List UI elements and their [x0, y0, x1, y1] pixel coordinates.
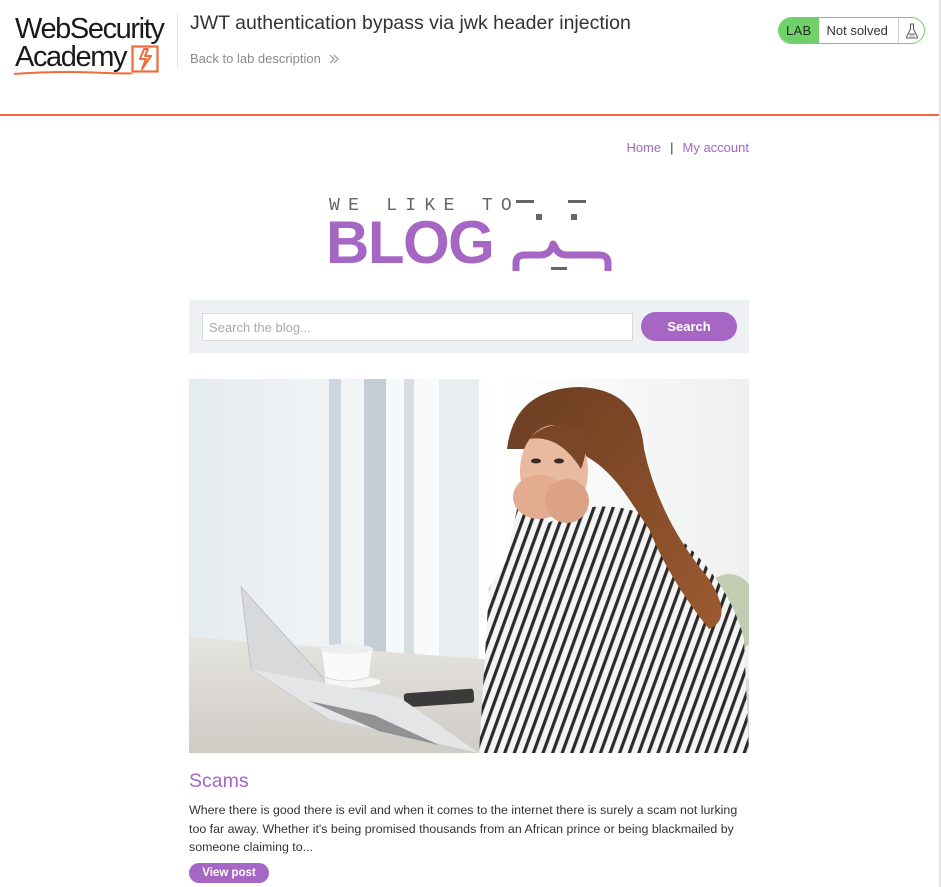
lab-status-icon-wrap [898, 18, 924, 43]
post-image[interactable] [189, 379, 749, 753]
nav-my-account-link[interactable]: My account [683, 140, 749, 155]
logo-text-line1: WebSecurity [15, 13, 165, 45]
header-divider [177, 14, 178, 68]
lightning-badge-icon [131, 45, 159, 73]
lab-badge: LAB [779, 18, 820, 43]
web-security-academy-logo[interactable]: WebSecurity Academy [13, 14, 178, 76]
double-chevron-right-icon [329, 54, 339, 63]
search-button[interactable]: Search [641, 312, 737, 341]
lab-status-text: Not solved [826, 23, 888, 38]
emoji-face-icon [512, 200, 612, 271]
search-bar: Search [189, 300, 749, 353]
woman-shocked-at-laptop-photo [189, 379, 749, 753]
back-link-label: Back to lab description [190, 51, 321, 66]
search-input[interactable] [202, 313, 633, 341]
academy-header: WebSecurity Academy JWT authentication b… [0, 0, 941, 116]
back-to-lab-description-link[interactable]: Back to lab description [190, 51, 340, 66]
view-post-button[interactable]: View post [189, 863, 269, 883]
nav-home-link[interactable]: Home [626, 140, 661, 155]
flask-icon [905, 23, 918, 38]
top-nav: Home | My account [626, 140, 749, 155]
post-title[interactable]: Scams [189, 770, 249, 793]
banner-word: BLOG [326, 209, 495, 276]
post-excerpt: Where there is good there is evil and wh… [189, 803, 738, 854]
nav-separator: | [670, 140, 674, 155]
lab-title: JWT authentication bypass via jwk header… [190, 12, 631, 34]
lab-status-widget: LAB Not solved [778, 17, 925, 44]
blog-banner: WE LIKE TO BLOG [326, 193, 616, 275]
logo-underline-swoosh [13, 71, 133, 75]
logo-text-line2: Academy [15, 41, 127, 73]
